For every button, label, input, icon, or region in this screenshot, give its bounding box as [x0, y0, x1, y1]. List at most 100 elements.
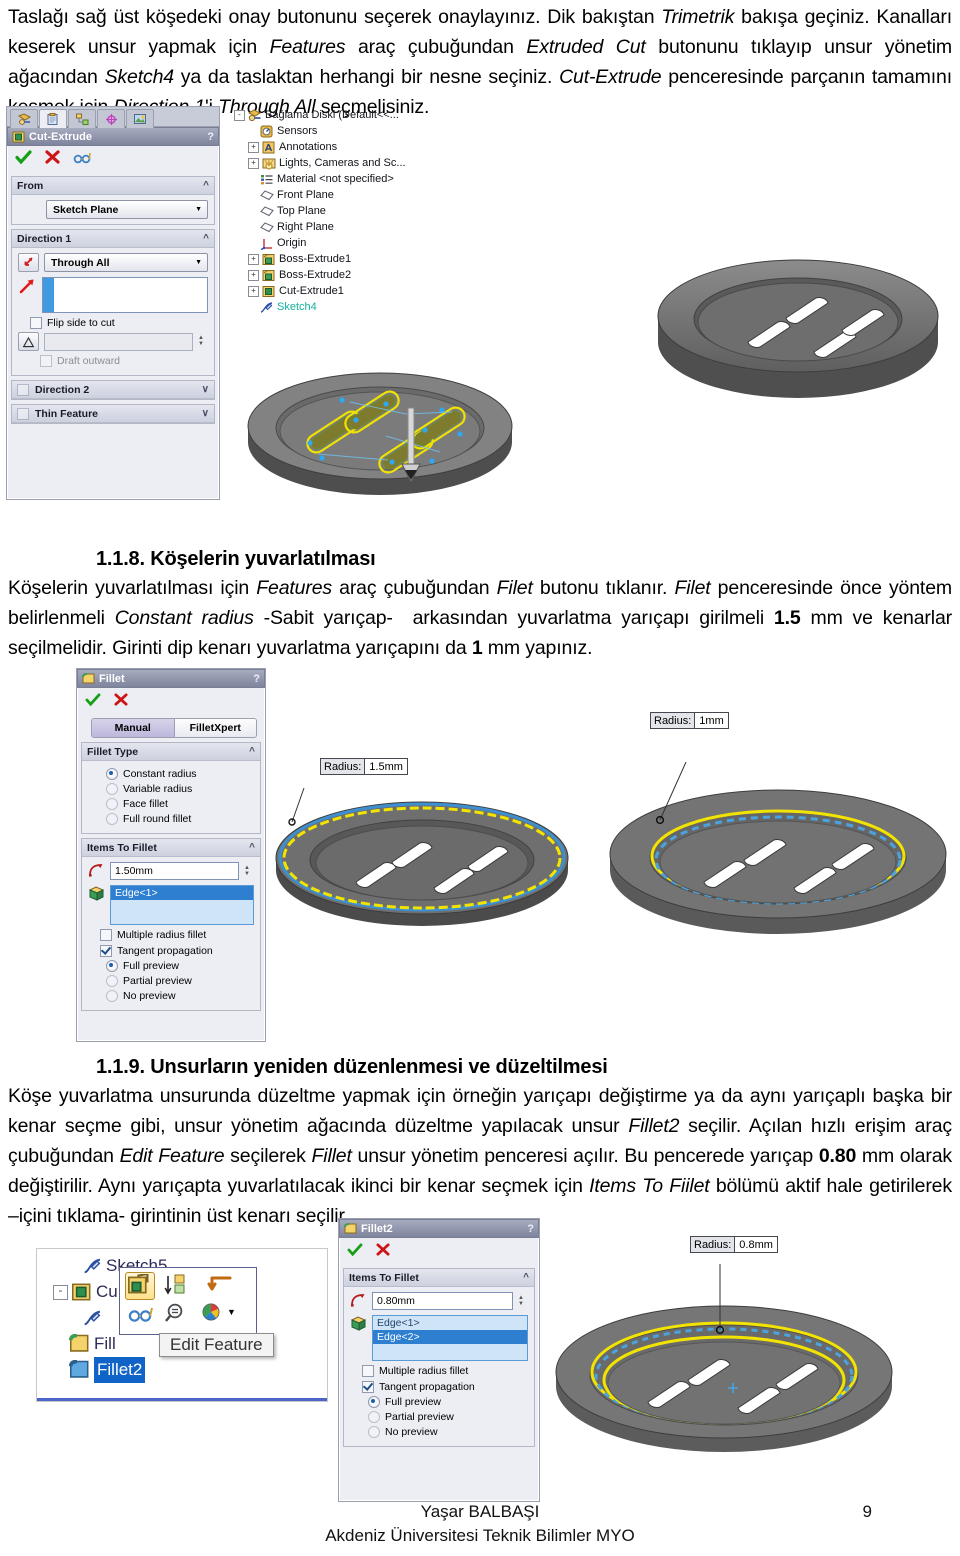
multiple-radius-fillet-checkbox[interactable] — [362, 1365, 374, 1377]
variable-radius-option[interactable]: Variable radius — [106, 783, 254, 795]
manual-tab[interactable]: Manual — [92, 719, 175, 737]
stepper-up-icon[interactable]: ▲ — [518, 1295, 528, 1301]
stepper-down-icon[interactable]: ▼ — [198, 341, 208, 347]
chevron-down-icon[interactable]: ∨ — [202, 408, 209, 419]
constant-radius-radio[interactable] — [106, 768, 118, 780]
fillet2-full-preview-option[interactable]: Full preview — [368, 1396, 528, 1408]
fillet-type-header[interactable]: Fillet Type ^ — [82, 743, 260, 761]
tree-item-boss-extrude2[interactable]: + Boss-Extrude2 — [248, 267, 464, 283]
face-fillet-radio[interactable] — [106, 798, 118, 810]
full-preview-radio[interactable] — [106, 960, 118, 972]
model-view-fillet2-preview[interactable] — [546, 1262, 906, 1467]
tree-item-origin[interactable]: Origin — [248, 235, 464, 251]
reorder-button[interactable] — [164, 1273, 190, 1300]
model-view-fillet-preview-left[interactable] — [272, 782, 572, 1032]
from-condition-select[interactable]: Sketch Plane ▼ — [46, 200, 208, 219]
from-section-header[interactable]: From ^ — [12, 177, 214, 195]
items-to-fillet-header[interactable]: Items To Fillet ^ — [82, 839, 260, 857]
model-view-sketch-preview[interactable] — [232, 340, 532, 520]
partial-preview-option[interactable]: Partial preview — [106, 975, 254, 987]
draft-outward-row[interactable]: Draft outward — [40, 355, 208, 367]
variable-radius-radio[interactable] — [106, 783, 118, 795]
draft-angle-stepper[interactable]: ▲ ▼ — [198, 335, 208, 347]
multiple-radius-fillet-row[interactable]: Multiple radius fillet — [100, 929, 254, 941]
fillet2-tangent-propagation-row[interactable]: Tangent propagation — [362, 1381, 528, 1393]
appearance-button[interactable]: ▼ — [200, 1300, 236, 1324]
chevron-down-icon[interactable]: ▼ — [195, 206, 205, 213]
tree-item-right-plane[interactable]: Right Plane — [248, 219, 464, 235]
fillet2-no-preview-option[interactable]: No preview — [368, 1426, 528, 1438]
filletxpert-tab[interactable]: FilletXpert — [174, 719, 256, 737]
direction2-enable-checkbox[interactable] — [17, 383, 29, 396]
reverse-direction-button[interactable] — [18, 253, 39, 272]
ok-button[interactable] — [347, 1242, 363, 1260]
stepper-up-icon[interactable]: ▲ — [244, 865, 254, 871]
stepper-down-icon[interactable]: ▼ — [518, 1301, 528, 1307]
tree-item-part[interactable]: - Bağlama Diski (Default<<... — [234, 107, 464, 123]
no-preview-option[interactable]: No preview — [106, 990, 254, 1002]
draft-angle-input[interactable] — [44, 332, 193, 351]
multiple-radius-fillet-checkbox[interactable] — [100, 929, 112, 941]
collapse-toggle[interactable]: - — [234, 109, 245, 121]
tree-item-annotations[interactable]: + Annotations — [248, 139, 464, 155]
ok-button[interactable] — [15, 150, 32, 168]
help-icon[interactable]: ? — [527, 1223, 534, 1235]
tangent-propagation-checkbox[interactable] — [100, 945, 112, 957]
partial-preview-radio[interactable] — [106, 975, 118, 987]
feature-manager-tab[interactable] — [10, 109, 38, 128]
edge-list-item[interactable]: Edge<2> — [373, 1330, 527, 1344]
collapse-toggle[interactable]: - — [53, 1284, 68, 1300]
chevron-up-icon[interactable]: ^ — [523, 1272, 529, 1283]
tree-item-sensors[interactable]: Sensors — [248, 123, 464, 139]
dimxpert-manager-tab[interactable] — [97, 109, 125, 128]
rollback-button[interactable] — [204, 1274, 232, 1297]
chevron-down-icon[interactable]: ∨ — [202, 384, 209, 395]
thin-feature-section-header[interactable]: Thin Feature ∨ — [12, 405, 214, 423]
tree-item-sketch4[interactable]: Sketch4 — [248, 299, 464, 315]
tangent-propagation-row[interactable]: Tangent propagation — [100, 945, 254, 957]
ok-button[interactable] — [85, 692, 101, 710]
tree-item-front-plane[interactable]: Front Plane — [248, 187, 464, 203]
draft-angle-button[interactable] — [18, 332, 39, 351]
fillet2-edges-listbox[interactable]: Edge<1> Edge<2> — [372, 1315, 528, 1361]
partial-preview-radio[interactable] — [368, 1411, 380, 1423]
expand-toggle[interactable]: + — [248, 285, 259, 297]
model-view-fillet-preview-right[interactable] — [596, 762, 956, 1002]
tree-item-boss-extrude1[interactable]: + Boss-Extrude1 — [248, 251, 464, 267]
edge-list-item[interactable]: Edge<1> — [373, 1316, 527, 1330]
thin-feature-enable-checkbox[interactable] — [17, 407, 29, 420]
chevron-down-icon[interactable]: ▼ — [195, 259, 205, 266]
zoom-to-selection-button[interactable] — [164, 1302, 188, 1327]
fillet-radius-stepper[interactable]: ▲ ▼ — [244, 865, 254, 877]
model-view-trimetric-disc[interactable] — [648, 198, 948, 468]
full-round-fillet-radio[interactable] — [106, 813, 118, 825]
configuration-manager-tab[interactable] — [68, 109, 96, 128]
expand-toggle[interactable]: + — [248, 141, 259, 153]
chevron-up-icon[interactable]: ^ — [203, 233, 209, 244]
direction1-section-header[interactable]: Direction 1 ^ — [12, 230, 214, 248]
edit-feature-button[interactable] — [125, 1272, 155, 1300]
fillet-radius-input[interactable]: 1.50mm — [110, 862, 239, 880]
preview-glasses-icon[interactable] — [73, 150, 92, 168]
cancel-button[interactable] — [44, 150, 61, 168]
chevron-up-icon[interactable]: ^ — [203, 180, 209, 191]
constant-radius-option[interactable]: Constant radius — [106, 768, 254, 780]
full-round-fillet-option[interactable]: Full round fillet — [106, 813, 254, 825]
chevron-down-icon[interactable]: ▼ — [227, 1307, 236, 1317]
draft-outward-checkbox[interactable] — [40, 355, 52, 367]
direction2-section-header[interactable]: Direction 2 ∨ — [12, 381, 214, 399]
expand-toggle[interactable]: + — [248, 269, 259, 281]
face-fillet-option[interactable]: Face fillet — [106, 798, 254, 810]
no-preview-radio[interactable] — [106, 990, 118, 1002]
fillet2-partial-preview-option[interactable]: Partial preview — [368, 1411, 528, 1423]
tangent-propagation-checkbox[interactable] — [362, 1381, 374, 1393]
direction1-end-condition-select[interactable]: Through All ▼ — [44, 253, 208, 272]
fillet2-items-header[interactable]: Items To Fillet ^ — [344, 1269, 534, 1287]
full-preview-option[interactable]: Full preview — [106, 960, 254, 972]
edge-list-item[interactable]: Edge<1> — [111, 886, 253, 900]
flip-side-to-cut-row[interactable]: Flip side to cut — [30, 317, 208, 329]
help-icon[interactable]: ? — [253, 673, 260, 685]
help-icon[interactable]: ? — [207, 131, 214, 143]
expand-toggle[interactable]: + — [248, 157, 259, 169]
expand-toggle[interactable]: + — [248, 253, 259, 265]
